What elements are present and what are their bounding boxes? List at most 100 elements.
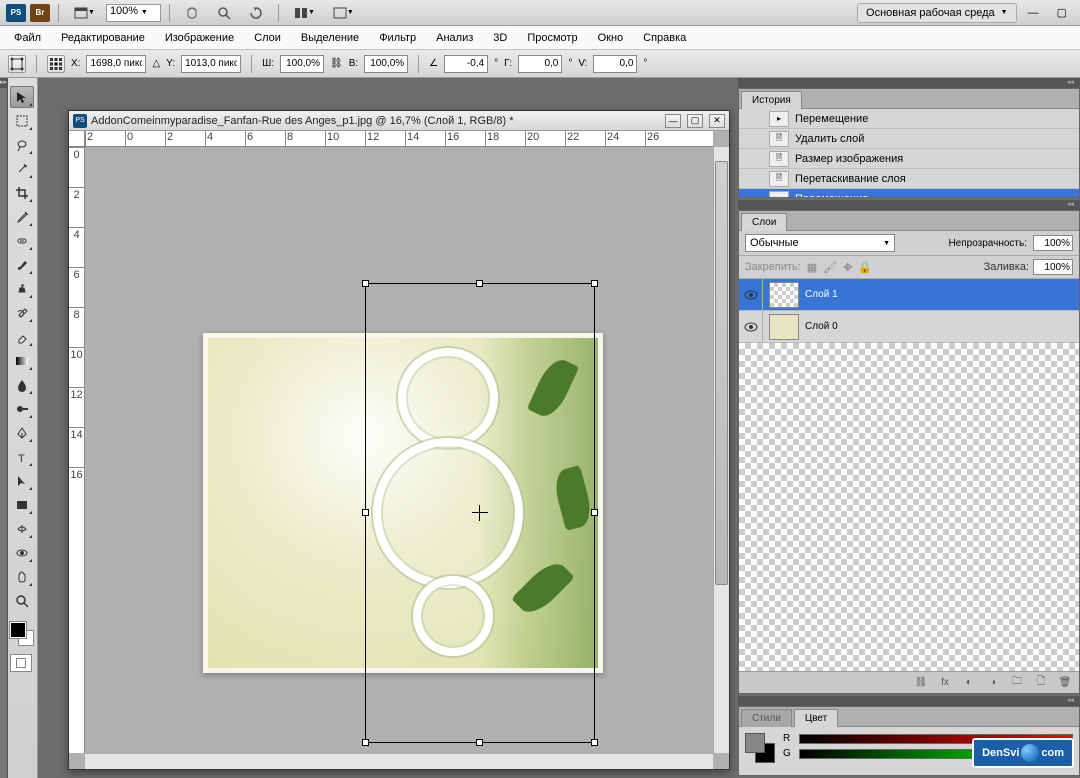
transform-handle[interactable] — [591, 280, 598, 287]
hand-tool[interactable] — [10, 566, 34, 588]
layer-mask-icon[interactable]: ◐ — [961, 676, 977, 690]
new-layer-icon[interactable]: 🗋 — [1033, 676, 1049, 690]
3d-rotate-tool[interactable] — [10, 518, 34, 540]
maximize-doc-button[interactable]: ▢ — [687, 114, 703, 128]
bridge-icon[interactable]: Br — [30, 4, 50, 22]
layer-thumbnail[interactable] — [769, 282, 799, 308]
lock-pixels-icon[interactable]: ▦ — [807, 261, 817, 274]
transform-center-icon[interactable] — [472, 505, 488, 521]
lock-move-icon[interactable]: ✥ — [843, 261, 852, 274]
expand-icon[interactable]: ▸▸ — [0, 78, 7, 88]
menu-analysis[interactable]: Анализ — [426, 28, 483, 48]
transform-handle[interactable] — [362, 509, 369, 516]
tab-color[interactable]: Цвет — [794, 709, 838, 727]
tab-styles[interactable]: Стили — [741, 709, 792, 727]
scrollbar-thumb[interactable] — [715, 161, 728, 585]
link-icon[interactable]: ⛓ — [330, 58, 343, 69]
lock-brush-icon[interactable]: 🖌 — [823, 261, 837, 274]
color-swatch[interactable] — [10, 622, 34, 646]
w-input[interactable] — [280, 55, 324, 73]
layer-row[interactable]: Слой 0 — [739, 311, 1079, 343]
horizontal-scrollbar[interactable] — [85, 753, 713, 769]
vertical-scrollbar[interactable] — [713, 147, 729, 753]
transform-handle[interactable] — [591, 739, 598, 746]
workspace-selector[interactable]: Основная рабочая среда ▼ — [857, 3, 1017, 23]
menu-view[interactable]: Просмотр — [517, 28, 587, 48]
menu-file[interactable]: Файл — [4, 28, 51, 48]
rectangle-tool[interactable] — [10, 494, 34, 516]
menu-filter[interactable]: Фильтр — [369, 28, 426, 48]
layer-row[interactable]: Слой 1 — [739, 279, 1079, 311]
panel-collapse-strip[interactable]: ◂◂ — [738, 200, 1080, 210]
transform-bounding-box[interactable] — [365, 283, 595, 743]
ruler-horizontal[interactable]: 202468101214161820222426 — [85, 131, 713, 147]
transform-icon[interactable] — [8, 55, 26, 73]
gradient-tool[interactable] — [10, 350, 34, 372]
visibility-toggle[interactable] — [739, 279, 763, 310]
photoshop-icon[interactable]: PS — [6, 4, 26, 22]
menu-select[interactable]: Выделение — [291, 28, 369, 48]
adjustment-layer-icon[interactable]: ◑ — [985, 676, 1001, 690]
tab-history[interactable]: История — [741, 91, 802, 109]
healing-tool[interactable] — [10, 230, 34, 252]
arrange-docs-button[interactable]: ▼ — [287, 3, 322, 23]
history-item[interactable]: 🗎Перетаскивание слоя — [739, 169, 1079, 189]
layer-name[interactable]: Слой 0 — [805, 321, 838, 332]
dodge-tool[interactable] — [10, 398, 34, 420]
transform-handle[interactable] — [476, 280, 483, 287]
history-brush-tool[interactable] — [10, 302, 34, 324]
rotate-view-button[interactable] — [242, 3, 270, 23]
crop-tool[interactable] — [10, 182, 34, 204]
marquee-tool[interactable] — [10, 110, 34, 132]
path-selection-tool[interactable] — [10, 470, 34, 492]
layer-style-icon[interactable]: fx — [937, 676, 953, 690]
menu-3d[interactable]: 3D — [483, 28, 517, 48]
ruler-vertical[interactable]: 0246810121416 — [69, 147, 85, 753]
layer-thumbnail[interactable] — [769, 314, 799, 340]
x-input[interactable] — [86, 55, 146, 73]
trash-icon[interactable]: 🗑 — [1057, 676, 1073, 690]
menu-help[interactable]: Справка — [633, 28, 696, 48]
zoom-tool-button[interactable] — [210, 3, 238, 23]
history-item[interactable]: ▸Перемещение — [739, 189, 1079, 197]
link-layers-icon[interactable]: ⛓ — [913, 676, 929, 690]
lasso-tool[interactable] — [10, 134, 34, 156]
blend-mode-select[interactable]: Обычные▼ — [745, 234, 895, 252]
maximize-button[interactable]: ▢ — [1050, 3, 1074, 23]
tab-layers[interactable]: Слои — [741, 213, 787, 231]
type-tool[interactable]: T — [10, 446, 34, 468]
close-doc-button[interactable]: ✕ — [709, 114, 725, 128]
history-item[interactable]: 🗎Удалить слой — [739, 129, 1079, 149]
document-titlebar[interactable]: PS AddonComeinmyparadise_Fanfan-Rue des … — [69, 111, 729, 131]
hskew-input[interactable] — [518, 55, 562, 73]
reference-point-icon[interactable] — [47, 55, 65, 73]
move-tool[interactable] — [10, 86, 34, 108]
blur-tool[interactable] — [10, 374, 34, 396]
menu-edit[interactable]: Редактирование — [51, 28, 155, 48]
clone-stamp-tool[interactable] — [10, 278, 34, 300]
transform-handle[interactable] — [362, 280, 369, 287]
menu-window[interactable]: Окно — [588, 28, 634, 48]
opacity-input[interactable] — [1033, 235, 1073, 251]
eraser-tool[interactable] — [10, 326, 34, 348]
transform-handle[interactable] — [362, 739, 369, 746]
y-input[interactable] — [181, 55, 241, 73]
minimize-doc-button[interactable]: — — [665, 114, 681, 128]
lock-all-icon[interactable]: 🔒 — [858, 261, 872, 274]
quick-mask-toggle[interactable] — [10, 654, 32, 672]
eyedropper-tool[interactable] — [10, 206, 34, 228]
screen-layout-button[interactable]: ▼ — [326, 3, 361, 23]
screen-mode-button[interactable]: ▼ — [67, 3, 102, 23]
menu-layer[interactable]: Слои — [244, 28, 291, 48]
document-canvas[interactable] — [85, 147, 713, 753]
layer-name[interactable]: Слой 1 — [805, 289, 838, 300]
minimize-button[interactable]: — — [1021, 3, 1046, 23]
ruler-origin[interactable] — [69, 131, 85, 147]
angle-input[interactable] — [444, 55, 488, 73]
magic-wand-tool[interactable] — [10, 158, 34, 180]
visibility-toggle[interactable] — [739, 311, 763, 342]
menu-image[interactable]: Изображение — [155, 28, 244, 48]
transform-handle[interactable] — [476, 739, 483, 746]
brush-tool[interactable] — [10, 254, 34, 276]
collapsed-panel-strip[interactable]: ▸▸ — [0, 78, 8, 778]
